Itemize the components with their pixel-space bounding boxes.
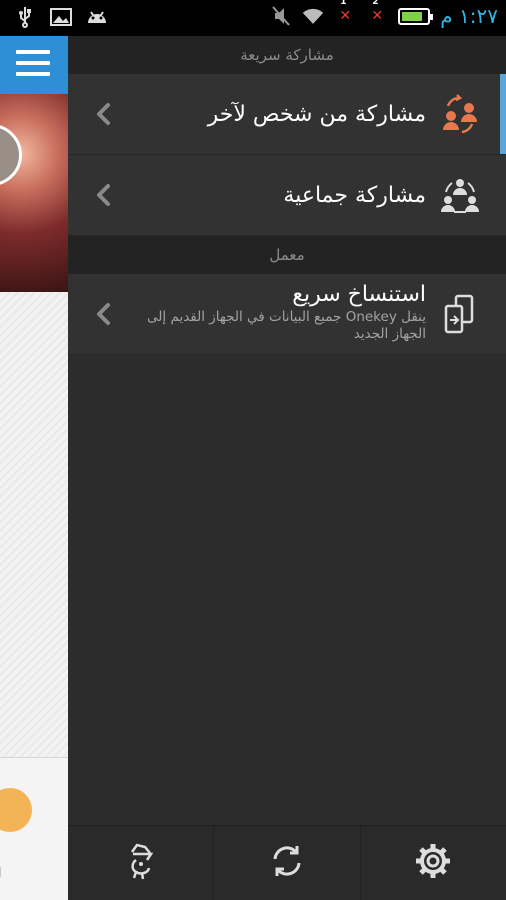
mascot-icon — [124, 842, 158, 884]
mascot-button[interactable] — [68, 826, 213, 900]
background-app[interactable]: ا — [0, 36, 68, 900]
menu-item-group-share[interactable]: مشاركة جماعية — [68, 155, 506, 236]
group-share-icon — [440, 175, 480, 215]
avatar — [0, 124, 22, 186]
background-app-partial-text: ا — [0, 866, 2, 881]
person-to-person-icon — [440, 94, 480, 134]
background-app-bottom: ا — [0, 758, 68, 900]
wifi-icon — [302, 5, 324, 27]
chevron-left-icon — [90, 100, 118, 128]
status-bar-system: ✕ 1 ✕ 2 ١:٢٧ م — [270, 0, 498, 28]
chevron-left-icon — [90, 300, 118, 328]
section-header-tools: معمل — [68, 236, 506, 274]
background-app-cover-photo — [0, 94, 68, 292]
quick-share-drawer: مشاركة سريعة مشاركة من شخص لآخر مشاركة ج… — [68, 36, 506, 900]
quick-clone-text: استنساخ سريع ينقل Onekey جميع البيانات ف… — [136, 282, 426, 343]
hamburger-icon[interactable] — [16, 50, 50, 80]
chevron-left-icon — [90, 181, 118, 209]
settings-button[interactable] — [359, 826, 506, 900]
android-icon — [86, 6, 108, 28]
sync-button[interactable] — [213, 826, 359, 900]
settings-icon — [414, 842, 452, 884]
image-icon — [50, 6, 72, 28]
drawer-bottom-bar — [68, 825, 506, 900]
menu-item-quick-clone[interactable]: استنساخ سريع ينقل Onekey جميع البيانات ف… — [68, 274, 506, 355]
orange-circle-icon — [0, 788, 32, 832]
quick-clone-title: استنساخ سريع — [292, 282, 426, 307]
section-header-quick-share: مشاركة سريعة — [68, 36, 506, 74]
battery-charging-icon — [398, 7, 434, 25]
mute-icon — [270, 5, 292, 27]
status-bar: ✕ 1 ✕ 2 ١:٢٧ م — [0, 0, 506, 36]
usb-icon — [14, 6, 36, 28]
background-app-toolbar — [0, 36, 68, 94]
menu-item-label: مشاركة جماعية — [283, 182, 426, 208]
signal-1-icon: ✕ 1 — [339, 0, 352, 24]
sync-icon — [269, 843, 305, 883]
menu-item-person-to-person[interactable]: مشاركة من شخص لآخر — [68, 74, 506, 155]
quick-clone-subtitle: ينقل Onekey جميع البيانات في الجهاز القد… — [147, 309, 426, 342]
menu-item-label: مشاركة من شخص لآخر — [207, 101, 426, 127]
status-bar-notifications — [14, 6, 108, 28]
signal-2-icon: ✕ 2 — [371, 0, 384, 24]
background-app-content — [0, 292, 68, 758]
phone-clone-icon — [440, 294, 480, 334]
status-time: ١:٢٧ م — [440, 4, 498, 28]
